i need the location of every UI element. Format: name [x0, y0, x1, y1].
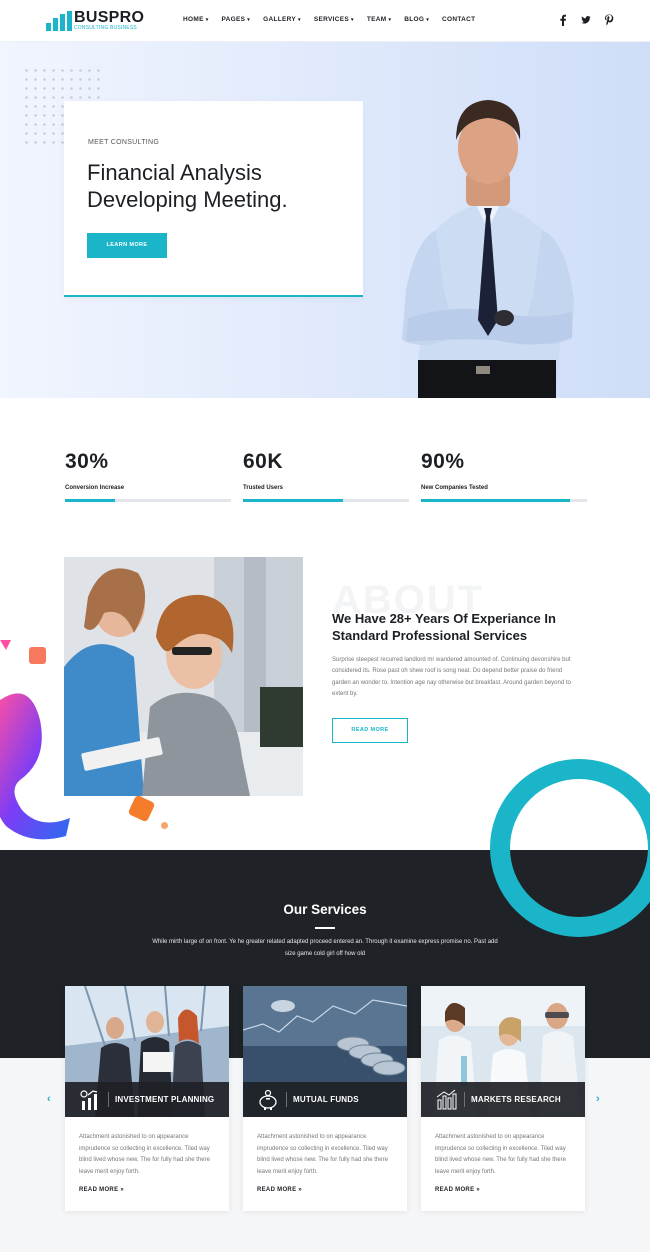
card-separator [464, 1092, 465, 1107]
nav-item-team[interactable]: TEAM ▾ [367, 16, 391, 23]
square-decoration [127, 794, 156, 823]
read-more-link[interactable]: READ MORE » [435, 1187, 480, 1193]
service-card-mutual-funds[interactable]: MUTUAL FUNDS Attachment astonished to on… [243, 986, 407, 1211]
chevron-down-icon: ▾ [247, 17, 251, 23]
stat-progress-fill [421, 499, 571, 502]
ribbon-decoration [0, 640, 70, 840]
page: BUSPRO CONSULTING BUSINESS HOME ▾ PAGES ▾ … [0, 0, 650, 1252]
service-card-investment[interactable]: INVESTMENT PLANNING Attachment astonishe… [65, 986, 229, 1211]
service-card-name: MUTUAL FUNDS [293, 1095, 359, 1104]
stat-progress-fill [243, 499, 343, 502]
stat-number: 90% [421, 450, 465, 473]
stat-progress-fill [65, 499, 115, 502]
stat-progress-track [65, 499, 231, 502]
hero-section: MEET CONSULTING Financial Analysis Devel… [0, 42, 650, 398]
service-card-text: Attachment astonished to on appearance i… [79, 1134, 210, 1176]
hero-title-line-2: Developing Meeting. [87, 187, 288, 212]
nav-item-contact[interactable]: CONTACT [442, 16, 475, 23]
service-card-name: INVESTMENT PLANNING [115, 1095, 215, 1104]
hero-card: MEET CONSULTING Financial Analysis Devel… [64, 101, 363, 297]
chevron-down-icon: ▾ [205, 17, 209, 23]
services-description: While mirth large of on front. Ye he gre… [152, 939, 498, 957]
pinterest-icon[interactable] [604, 14, 614, 26]
service-card-markets-research[interactable]: MARKETS RESEARCH Attachment astonished t… [421, 986, 585, 1211]
facebook-icon[interactable] [558, 14, 568, 26]
bar-chart-icon [436, 1089, 457, 1110]
hero-kicker: MEET CONSULTING [88, 139, 160, 146]
about-image [64, 557, 303, 796]
carousel-next-button[interactable]: › [596, 1093, 600, 1105]
service-card-text: Attachment astonished to on appearance i… [257, 1134, 388, 1176]
nav-item-services[interactable]: SERVICES ▾ [314, 16, 354, 23]
stat-number: 30% [65, 450, 109, 473]
chevron-down-icon: ▾ [351, 17, 354, 23]
about-text: Surprise steepest recurred landlord mr w… [332, 657, 571, 698]
learn-more-button[interactable]: LEARN MORE [87, 233, 167, 258]
service-card-bar: INVESTMENT PLANNING [65, 1082, 229, 1117]
card-separator [286, 1092, 287, 1107]
investment-chart-icon [80, 1090, 98, 1110]
hero-title: Financial Analysis Developing Meeting. [87, 159, 347, 213]
nav-item-home[interactable]: HOME ▾ [183, 16, 209, 23]
service-card-bar: MARKETS RESEARCH [421, 1082, 585, 1117]
piggy-bank-icon [259, 1089, 277, 1110]
square-decoration [29, 647, 46, 664]
nav-item-gallery[interactable]: GALLERY ▾ [263, 16, 301, 23]
businessman-image [402, 100, 574, 398]
logo-bars-icon [46, 11, 72, 31]
carousel-prev-button[interactable]: ‹ [47, 1093, 51, 1105]
stat-progress-track [243, 499, 409, 502]
service-card-text: Attachment astonished to on appearance i… [435, 1134, 566, 1176]
dot-decoration [161, 822, 168, 829]
services-title-underline [315, 927, 335, 929]
stat-label: New Companies Tested [421, 485, 488, 491]
stat-number: 60K [243, 450, 284, 473]
stat-progress-track [421, 499, 587, 502]
stat-label: Trusted Users [243, 485, 284, 491]
service-card-name: MARKETS RESEARCH [471, 1095, 561, 1104]
site-header: BUSPRO CONSULTING BUSINESS HOME ▾ PAGES ▾ … [0, 0, 650, 42]
stat-companies: 90% New Companies Tested [421, 450, 587, 502]
nav-item-blog[interactable]: BLOG ▾ [404, 16, 429, 23]
read-more-link[interactable]: READ MORE » [257, 1187, 302, 1193]
service-card-bar: MUTUAL FUNDS [243, 1082, 407, 1117]
logo[interactable]: BUSPRO CONSULTING BUSINESS [46, 9, 146, 33]
services-title: Our Services [283, 902, 367, 917]
hero-title-line-1: Financial Analysis [87, 160, 262, 185]
about-title: We Have 28+ Years Of Experiance In Stand… [332, 611, 556, 643]
main-nav: HOME ▾ PAGES ▾ GALLERY ▾ SERVICES ▾ TEAM ▾ BL… [183, 16, 488, 23]
logo-tagline: CONSULTING BUSINESS [74, 25, 137, 31]
stat-users: 60K Trusted Users [243, 450, 409, 502]
chevron-down-icon: ▾ [298, 17, 301, 23]
read-more-link[interactable]: READ MORE » [79, 1187, 124, 1193]
stat-conversion: 30% Conversion Increase [65, 450, 231, 502]
stat-label: Conversion Increase [65, 485, 125, 491]
chevron-down-icon: ▾ [426, 17, 430, 23]
twitter-icon[interactable] [581, 14, 591, 26]
card-separator [108, 1092, 109, 1107]
read-more-button[interactable]: READ MORE [332, 718, 408, 743]
nav-item-pages[interactable]: PAGES ▾ [222, 16, 251, 23]
social-links [558, 14, 614, 26]
chevron-down-icon: ▾ [388, 17, 392, 23]
